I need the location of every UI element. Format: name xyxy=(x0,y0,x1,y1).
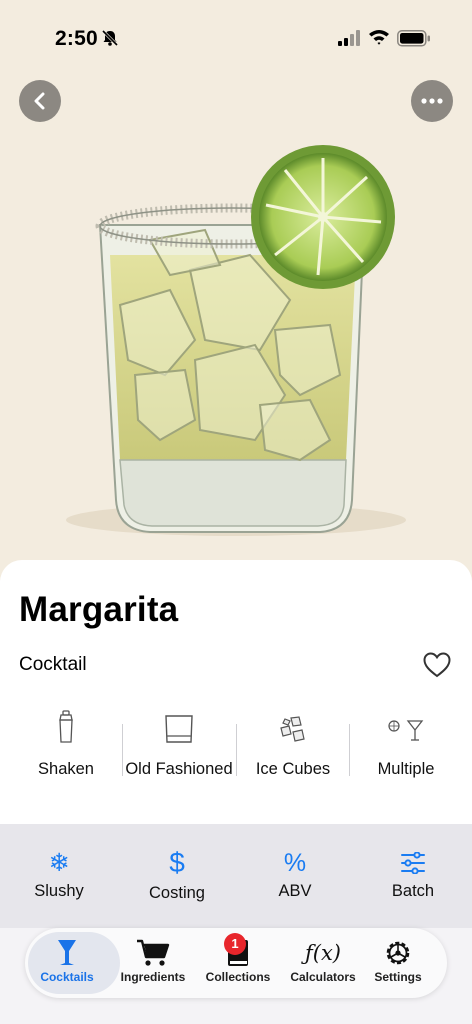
bell-slash-icon xyxy=(101,29,119,47)
tab-calculators[interactable]: ƒ(x) Calculators xyxy=(281,928,365,998)
heart-icon xyxy=(423,652,451,678)
ice-cubes-icon xyxy=(280,716,305,742)
status-time: 2:50 xyxy=(55,27,98,50)
tab-label: Ingredients xyxy=(120,970,186,984)
tab-label: Cocktails xyxy=(40,970,94,984)
gear-icon xyxy=(386,941,410,965)
tool-label: Costing xyxy=(149,884,205,902)
tab-label: Settings xyxy=(374,970,422,984)
batch-button[interactable]: Batch xyxy=(354,848,472,901)
tools-row: ❄ Slushy $ Costing % ABV Batch xyxy=(0,824,472,928)
collections-badge: 1 xyxy=(224,933,246,955)
more-options-button[interactable] xyxy=(411,80,453,122)
chevron-left-icon xyxy=(34,92,45,110)
wifi-icon xyxy=(369,30,389,45)
tab-settings[interactable]: Settings xyxy=(356,928,440,998)
tab-ingredients[interactable]: Ingredients xyxy=(111,928,195,998)
tab-cocktails[interactable]: Cocktails xyxy=(25,928,120,998)
property-method: Shaken xyxy=(8,708,124,782)
property-label: Shaken xyxy=(38,760,94,778)
cellular-signal-icon xyxy=(338,30,360,46)
tool-label: Batch xyxy=(391,882,435,900)
garnish-martini-icon xyxy=(388,720,424,741)
property-label: Ice Cubes xyxy=(255,760,331,778)
status-bar: 2:50 xyxy=(0,0,472,78)
costing-button[interactable]: $ Costing xyxy=(118,848,236,903)
drink-hero-image xyxy=(0,0,472,580)
tab-label: Collections xyxy=(205,970,271,984)
tab-label: Calculators xyxy=(290,970,356,984)
cocktail-glass-icon xyxy=(58,940,76,965)
tool-label: ABV xyxy=(278,882,312,900)
function-icon: ƒ(x) xyxy=(304,941,341,965)
drink-info-card: Margarita Cocktail Shaken Old Fashioned … xyxy=(0,560,472,824)
favorite-button[interactable] xyxy=(423,652,451,683)
abv-button[interactable]: % ABV xyxy=(236,848,354,901)
snowflake-icon: ❄ xyxy=(48,849,70,877)
property-ice: Ice Cubes xyxy=(235,708,351,782)
property-glass: Old Fashioned xyxy=(121,708,237,782)
property-label: Multiple xyxy=(377,760,435,778)
percent-icon: % xyxy=(283,849,307,877)
slushy-button[interactable]: ❄ Slushy xyxy=(0,848,118,901)
tool-label: Slushy xyxy=(34,882,84,900)
drink-category: Cocktail xyxy=(19,654,87,675)
back-button[interactable] xyxy=(19,80,61,122)
ellipsis-icon xyxy=(421,98,443,104)
property-garnish: Multiple xyxy=(348,708,464,782)
property-label: Old Fashioned xyxy=(125,760,233,778)
battery-icon xyxy=(397,30,430,47)
shaker-icon xyxy=(59,710,73,743)
cart-icon xyxy=(137,939,170,966)
old-fashioned-glass-icon xyxy=(165,715,193,743)
sliders-icon xyxy=(354,848,472,878)
drink-title: Margarita xyxy=(19,590,179,629)
dollar-icon: $ xyxy=(169,847,185,878)
margarita-illustration xyxy=(66,145,406,536)
drink-properties: Shaken Old Fashioned Ice Cubes Multiple xyxy=(0,708,472,808)
